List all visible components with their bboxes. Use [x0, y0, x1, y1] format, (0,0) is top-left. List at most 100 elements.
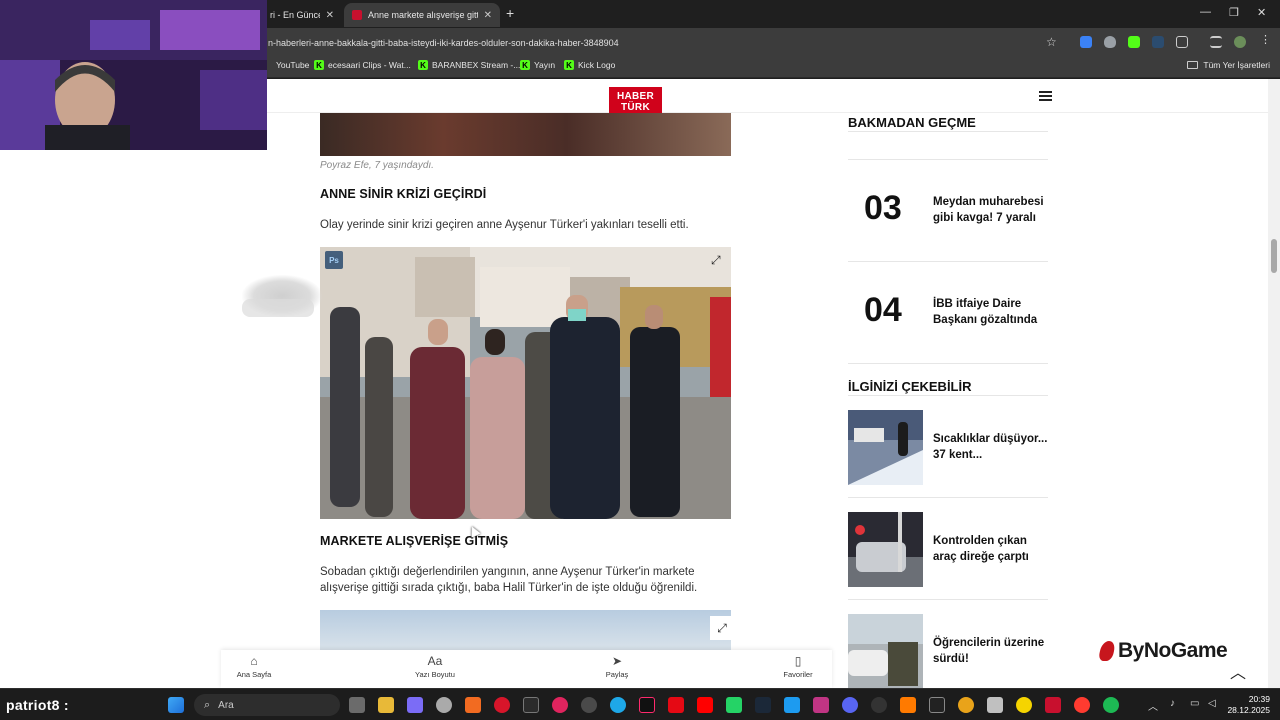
- bookmark-label: BARANBEX Stream -...: [432, 60, 521, 70]
- new-tab-button[interactable]: +: [506, 5, 514, 21]
- related-thumbnail[interactable]: [848, 512, 923, 587]
- steam-icon[interactable]: [755, 697, 771, 713]
- chrome-icon[interactable]: [958, 697, 974, 713]
- taskbar-search[interactable]: ⌕ Ara: [194, 694, 340, 716]
- scrollbar-thumb[interactable]: [1271, 239, 1277, 273]
- sidebar-link[interactable]: İBB itfaiye Daire Başkanı gözaltında: [933, 296, 1053, 328]
- scroll-to-top-icon[interactable]: ︿: [1230, 659, 1246, 683]
- bookmark-yayin[interactable]: K Yayın: [520, 60, 555, 70]
- tab-close-icon[interactable]: ✕: [484, 10, 492, 21]
- search-placeholder: Ara: [218, 699, 234, 711]
- twitter-icon[interactable]: [784, 697, 800, 713]
- nav-text-size[interactable]: Aa Yazı Boyutu: [395, 654, 475, 679]
- bynogame-logo: ByNoGame: [1097, 639, 1228, 663]
- article-heading: ANNE SİNİR KRİZİ GEÇİRDİ: [320, 187, 487, 201]
- youtube-icon[interactable]: [697, 697, 713, 713]
- snow-scene: [848, 410, 923, 485]
- sidebar-link[interactable]: Meydan muharebesi gibi kavga! 7 yaralı: [933, 194, 1053, 226]
- all-bookmarks-label: Tüm Yer İşaretleri: [1203, 60, 1270, 70]
- minimize-icon[interactable]: —: [1200, 6, 1211, 18]
- yandex-icon[interactable]: [1074, 697, 1090, 713]
- ps-badge-icon: Ps: [325, 251, 343, 269]
- windows-start-icon[interactable]: [168, 697, 184, 713]
- bookmark-label: Yayın: [534, 60, 556, 70]
- brave-icon[interactable]: [465, 697, 481, 713]
- taskbar-clock[interactable]: 20:39 28.12.2025: [1227, 694, 1270, 716]
- tiktok-icon[interactable]: [639, 697, 655, 713]
- sidebar-heading: İLGİNİZİ ÇEKEBİLİR: [848, 379, 972, 394]
- article-paragraph: Olay yerinde sinir krizi geçiren anne Ay…: [320, 219, 689, 231]
- reading-list-icon[interactable]: [1210, 36, 1222, 48]
- extensions-puzzle-icon[interactable]: [1176, 36, 1188, 48]
- menu-hamburger-icon[interactable]: [1039, 91, 1052, 103]
- settings-icon[interactable]: [436, 697, 452, 713]
- page-scrollbar[interactable]: [1268, 79, 1280, 688]
- store-icon[interactable]: [523, 697, 539, 713]
- nav-favorites[interactable]: ▯ Favoriler: [758, 654, 838, 679]
- app-icon[interactable]: [407, 697, 423, 713]
- app-icon[interactable]: [1045, 697, 1061, 713]
- bookmark-icon: ▯: [794, 654, 802, 668]
- bookmark-youtube[interactable]: YouTube: [262, 60, 309, 70]
- webcam-overlay-artifact: [242, 299, 314, 317]
- tab-active[interactable]: Anne markete alışverişe gitti! 2 ✕: [344, 3, 500, 27]
- sidebar-link[interactable]: Öğrencilerin üzerine sürdü!: [933, 635, 1053, 667]
- search-icon: ⌕: [204, 698, 211, 711]
- whatsapp-icon[interactable]: [726, 697, 742, 713]
- close-window-icon[interactable]: ✕: [1257, 6, 1266, 19]
- url-field[interactable]: n-haberleri-anne-bakkala-gitti-baba-iste…: [268, 34, 1048, 52]
- epic-games-icon[interactable]: [929, 697, 945, 713]
- microphone-icon[interactable]: ♪: [1170, 698, 1175, 709]
- task-view-icon[interactable]: [349, 697, 365, 713]
- sidebar-link[interactable]: Sıcaklıklar düşüyor... 37 kent...: [933, 431, 1053, 463]
- tab-close-icon[interactable]: ✕: [326, 10, 334, 21]
- volume-icon[interactable]: ◁: [1208, 698, 1216, 709]
- network-icon[interactable]: ▭: [1190, 698, 1199, 709]
- profile-avatar[interactable]: [1234, 36, 1246, 48]
- extension-icon[interactable]: [1080, 36, 1092, 48]
- restore-icon[interactable]: ❐: [1229, 6, 1239, 19]
- crash-scene: [848, 512, 923, 587]
- instagram-icon[interactable]: [813, 697, 829, 713]
- shield-extension-icon[interactable]: [1104, 36, 1116, 48]
- snapchat-icon[interactable]: [1016, 697, 1032, 713]
- soundcloud-icon[interactable]: [900, 697, 916, 713]
- related-thumbnail[interactable]: [848, 614, 923, 688]
- bookmark-star-icon[interactable]: ☆: [1046, 35, 1057, 49]
- sidebar-heading: BAKMADAN GEÇME: [848, 115, 976, 130]
- expand-icon[interactable]: ⤢: [710, 616, 734, 640]
- article-photo[interactable]: ⤢: [320, 247, 731, 519]
- speedometer-icon[interactable]: [871, 697, 887, 713]
- related-thumbnail[interactable]: [848, 410, 923, 485]
- tab-inactive[interactable]: ri - En Güncel ✕: [262, 3, 342, 27]
- nav-label: Ana Sayfa: [236, 670, 272, 679]
- discord-icon[interactable]: [842, 697, 858, 713]
- bookmark-label: Kick Logo: [578, 60, 616, 70]
- spotify-icon[interactable]: [1103, 697, 1119, 713]
- article-photo-2[interactable]: ⤢: [320, 610, 734, 650]
- expand-icon[interactable]: ⤢: [711, 253, 721, 268]
- tray-chevron-icon[interactable]: ︿: [1148, 698, 1158, 713]
- folder-icon: [1187, 61, 1199, 69]
- ps-extension-icon[interactable]: [1152, 36, 1164, 48]
- app-icon[interactable]: [581, 697, 597, 713]
- edge-icon[interactable]: [610, 697, 626, 713]
- app-icon[interactable]: [987, 697, 1003, 713]
- netflix-icon[interactable]: [668, 697, 684, 713]
- bookmark-clips[interactable]: K ecesaari Clips - Wat...: [314, 60, 411, 70]
- text-size-icon: Aa: [427, 654, 443, 668]
- kick-extension-icon[interactable]: [1128, 36, 1140, 48]
- nav-share[interactable]: ➤ Paylaş: [577, 654, 657, 679]
- bookmark-kick-logo[interactable]: K Kick Logo: [564, 60, 615, 70]
- nav-home[interactable]: ⌂ Ana Sayfa: [214, 654, 294, 679]
- clock-time: 20:39: [1248, 694, 1270, 704]
- all-bookmarks-button[interactable]: Tüm Yer İşaretleri: [1187, 60, 1270, 70]
- media-icon[interactable]: [552, 697, 568, 713]
- sidebar-link[interactable]: Kontrolden çıkan araç direğe çarptı: [933, 533, 1053, 565]
- browser-menu-icon[interactable]: ⋮: [1260, 33, 1272, 46]
- kick-icon: K: [418, 60, 428, 70]
- bookmark-stream[interactable]: K BARANBEX Stream -...: [418, 60, 520, 70]
- divider: [848, 599, 1048, 600]
- file-explorer-icon[interactable]: [378, 697, 394, 713]
- opera-icon[interactable]: [494, 697, 510, 713]
